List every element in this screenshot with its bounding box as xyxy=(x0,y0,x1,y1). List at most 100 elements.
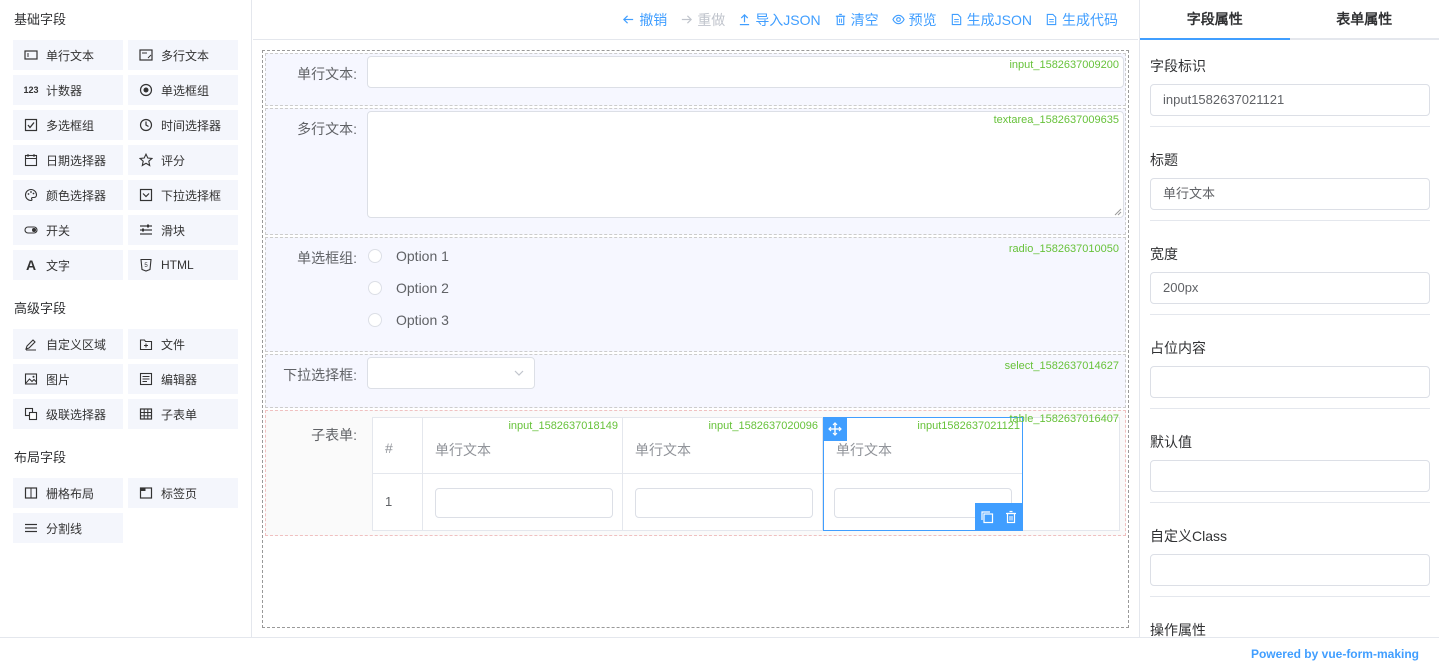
tabs-icon xyxy=(139,486,153,500)
width-input[interactable]: 200px xyxy=(1150,272,1430,304)
form-canvas[interactable]: 单行文本: input_1582637009200 多行文本: textarea… xyxy=(262,50,1129,628)
move-icon xyxy=(828,422,842,436)
comp-switch[interactable]: 开关 xyxy=(13,215,123,245)
comp-slider[interactable]: 滑块 xyxy=(128,215,238,245)
prop-default-value: 默认值 xyxy=(1150,432,1430,492)
multi-line-textarea[interactable] xyxy=(367,111,1124,218)
chevron-down-icon xyxy=(514,370,524,376)
comp-grid[interactable]: 栅格布局 xyxy=(13,478,123,508)
comp-editor[interactable]: 编辑器 xyxy=(128,364,238,394)
palette-icon xyxy=(24,188,38,202)
delete-icon[interactable] xyxy=(1004,510,1018,524)
comp-input[interactable]: 单行文本 xyxy=(13,40,123,70)
checkbox-icon xyxy=(24,118,38,132)
form-item-radio[interactable]: 单选框组: Option 1 Option 2 Option 3 radio_1… xyxy=(265,237,1126,352)
select-dropdown[interactable] xyxy=(367,357,535,389)
subform-table: # 1 单行文本 input_1582637018149 单行文本 input_… xyxy=(372,417,1120,531)
footer: Powered by vue-form-making xyxy=(0,637,1439,664)
radio-option-2[interactable]: Option 2 xyxy=(368,280,449,296)
eye-icon xyxy=(891,14,905,25)
custom-class-input[interactable] xyxy=(1150,554,1430,586)
item-actions xyxy=(975,503,1023,531)
radio-option-1[interactable]: Option 1 xyxy=(368,248,449,264)
tab-form-properties[interactable]: 表单属性 xyxy=(1290,0,1439,38)
generate-code-button[interactable]: 生成代码 xyxy=(1045,10,1118,30)
default-value-input[interactable] xyxy=(1150,460,1430,492)
field-key: textarea_1582637009635 xyxy=(993,114,1119,126)
undo-button[interactable]: 撤销 xyxy=(622,10,667,30)
subform-column-2[interactable]: 单行文本 input_1582637020096 xyxy=(623,418,823,530)
comp-html[interactable]: 5 HTML xyxy=(128,250,238,280)
comp-color[interactable]: 颜色选择器 xyxy=(13,180,123,210)
comp-select[interactable]: 下拉选择框 xyxy=(128,180,238,210)
comp-tabs[interactable]: 标签页 xyxy=(128,478,238,508)
text-icon: A xyxy=(25,257,37,273)
toolbar: 撤销 重做 导入JSON 清空 预览 生成JSON 生成代码 xyxy=(253,0,1138,40)
comp-custom[interactable]: 自定义区域 xyxy=(13,329,123,359)
comp-image[interactable]: 图片 xyxy=(13,364,123,394)
number-icon: 123 xyxy=(23,85,39,95)
comp-text[interactable]: A 文字 xyxy=(13,250,123,280)
comp-subform[interactable]: 子表单 xyxy=(128,399,238,429)
generate-json-button[interactable]: 生成JSON xyxy=(950,10,1032,30)
redo-button[interactable]: 重做 xyxy=(680,10,725,30)
input-icon xyxy=(24,48,38,62)
subform-column-3-selected[interactable]: 单行文本 input1582637021121 xyxy=(823,417,1023,531)
powered-by-link[interactable]: Powered by vue-form-making xyxy=(1251,647,1419,661)
column-key: input_1582637018149 xyxy=(508,420,618,432)
comp-rate[interactable]: 评分 xyxy=(128,145,238,175)
index-column: # 1 xyxy=(373,418,423,530)
form-item-select[interactable]: 下拉选择框: select_1582637014627 xyxy=(265,354,1126,408)
comp-divider[interactable]: 分割线 xyxy=(13,513,123,543)
column-header: 单行文本 xyxy=(635,442,691,458)
html-icon: 5 xyxy=(139,258,153,272)
copy-icon[interactable] xyxy=(980,510,994,524)
clock-icon xyxy=(139,118,153,132)
field-id-input[interactable]: input1582637021121 xyxy=(1150,84,1430,116)
component-sidebar: 基础字段 单行文本 多行文本 123 计数器 单选框组 多选框组 时间选择器 日期… xyxy=(0,0,252,637)
form-item-input[interactable]: 单行文本: input_1582637009200 xyxy=(265,53,1126,106)
comp-date[interactable]: 日期选择器 xyxy=(13,145,123,175)
row-index: 1 xyxy=(385,494,393,509)
preview-button[interactable]: 预览 xyxy=(891,10,937,30)
import-json-button[interactable]: 导入JSON xyxy=(738,10,821,30)
comp-radio[interactable]: 单选框组 xyxy=(128,75,238,105)
column-key: input_1582637020096 xyxy=(708,420,818,432)
resize-handle-icon xyxy=(1114,208,1122,216)
form-item-subform[interactable]: 子表单: # 1 单行文本 input_1582637018149 单行文本 i… xyxy=(265,410,1126,536)
comp-file[interactable]: 文件 xyxy=(128,329,238,359)
index-header: # xyxy=(385,440,393,456)
comp-time[interactable]: 时间选择器 xyxy=(128,110,238,140)
slider-icon xyxy=(139,223,153,237)
arrow-left-icon xyxy=(623,15,634,24)
placeholder-input[interactable] xyxy=(1150,366,1430,398)
comp-cascader[interactable]: 级联选择器 xyxy=(13,399,123,429)
comp-number[interactable]: 123 计数器 xyxy=(13,75,123,105)
prop-custom-class: 自定义Class xyxy=(1150,526,1430,586)
prop-width: 宽度 200px xyxy=(1150,244,1430,304)
file-icon xyxy=(139,337,153,351)
drag-handle[interactable] xyxy=(823,417,847,441)
comp-checkbox[interactable]: 多选框组 xyxy=(13,110,123,140)
comp-textarea[interactable]: 多行文本 xyxy=(128,40,238,70)
editor-icon xyxy=(139,372,153,386)
form-item-textarea[interactable]: 多行文本: textarea_1582637009635 xyxy=(265,108,1126,235)
column-header: 单行文本 xyxy=(435,442,491,458)
image-icon xyxy=(24,372,38,386)
field-label: 多行文本: xyxy=(297,121,357,137)
title-input[interactable]: 单行文本 xyxy=(1150,178,1430,210)
table-icon xyxy=(139,407,153,421)
tab-field-properties[interactable]: 字段属性 xyxy=(1140,0,1290,38)
svg-text:5: 5 xyxy=(144,263,148,269)
trash-icon xyxy=(835,13,845,26)
cell-input[interactable] xyxy=(435,488,613,518)
document-code-icon xyxy=(1046,13,1057,26)
cell-input[interactable] xyxy=(635,488,813,518)
radio-option-3[interactable]: Option 3 xyxy=(368,312,449,328)
switch-icon xyxy=(24,223,38,237)
subform-column-1[interactable]: 单行文本 input_1582637018149 xyxy=(423,418,623,530)
field-label: 子表单: xyxy=(311,427,357,443)
clear-button[interactable]: 清空 xyxy=(834,10,879,30)
upload-icon xyxy=(740,14,750,26)
advanced-components: 自定义区域 文件 图片 编辑器 级联选择器 子表单 xyxy=(0,329,251,429)
